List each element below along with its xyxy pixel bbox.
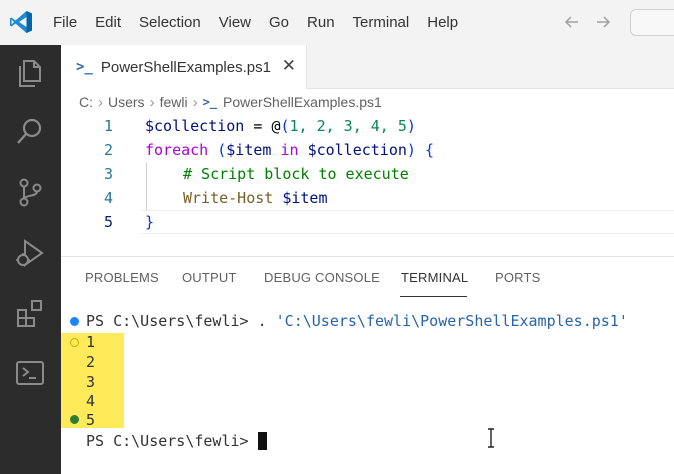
chevron-right-icon: › <box>149 93 155 111</box>
menu-file[interactable]: File <box>44 0 86 45</box>
breadcrumb-item-file[interactable]: PowerShellExamples.ps1 <box>223 94 382 110</box>
token-bracket: ) <box>406 141 416 159</box>
tab-ports[interactable]: PORTS <box>495 270 541 285</box>
chevron-right-icon: › <box>98 93 103 111</box>
activity-bar <box>0 45 61 474</box>
menu-help[interactable]: Help <box>418 0 467 45</box>
line-number: 1 <box>103 117 113 135</box>
run-debug-icon[interactable] <box>12 235 48 271</box>
active-tab-indicator <box>400 296 467 297</box>
prompt: PS C:\Users\fewli> <box>86 432 258 450</box>
token-numbers: 1, 2, 3, 4, 5 <box>289 117 407 135</box>
tab-problems[interactable]: PROBLEMS <box>85 270 159 285</box>
menu-go[interactable]: Go <box>260 0 298 45</box>
menu-edit[interactable]: Edit <box>86 0 130 45</box>
menu-run[interactable]: Run <box>298 0 344 45</box>
menu-terminal[interactable]: Terminal <box>344 0 419 45</box>
panel-tabs: PROBLEMS OUTPUT DEBUG CONSOLE TERMINAL P… <box>61 257 674 299</box>
terminal-line-prompt: PS C:\Users\fewli> <box>86 431 258 451</box>
line-number: 2 <box>103 141 113 159</box>
command-decoration-icon[interactable] <box>70 338 79 347</box>
explorer-icon[interactable] <box>12 55 48 91</box>
token-function: Write-Host <box>183 189 274 207</box>
terminal-cursor <box>258 432 267 450</box>
token-variable: $collection <box>307 141 407 159</box>
token-comment: # Script block to execute <box>183 165 409 183</box>
menu-view[interactable]: View <box>210 0 260 45</box>
terminal-line-command: PS C:\Users\fewli> . 'C:\Users\fewli\Pow… <box>86 311 628 331</box>
vscode-logo-icon <box>8 9 34 35</box>
token-variable: $item <box>273 189 328 207</box>
code-line-4: 4 Write-Host $item <box>61 186 674 210</box>
tab-debug-console[interactable]: DEBUG CONSOLE <box>264 270 380 285</box>
token-variable: $collection <box>145 117 245 135</box>
terminal-output-line: 5 <box>86 411 96 429</box>
code-line-2: 2 foreach ($item in $collection) { <box>61 138 674 162</box>
chevron-right-icon: › <box>192 93 198 111</box>
prompt: PS C:\Users\fewli> . <box>86 312 276 330</box>
line-number: 4 <box>103 189 113 207</box>
token-keyword: in <box>271 141 308 159</box>
line-number: 3 <box>103 165 113 183</box>
code-line-1: 1 $collection = @(1, 2, 3, 4, 5) <box>61 114 674 138</box>
forward-arrow-icon[interactable] <box>593 12 613 32</box>
breadcrumb-item-users[interactable]: Users <box>108 94 145 110</box>
terminal-output-line: 3 <box>86 373 96 391</box>
token-bracket: ) <box>406 117 416 135</box>
extensions-icon[interactable] <box>12 295 48 331</box>
menu-selection[interactable]: Selection <box>130 0 210 45</box>
back-arrow-icon[interactable] <box>562 12 582 32</box>
powershell-icon[interactable] <box>12 355 48 391</box>
close-icon[interactable]: ✕ <box>282 56 296 76</box>
token-bracket: ( <box>280 117 290 135</box>
terminal-output-line: 2 <box>86 353 96 371</box>
token-brace: { <box>415 141 434 159</box>
code-line-5: 5 } <box>61 210 674 234</box>
terminal-output-line: 1 <box>86 333 96 351</box>
token-keyword: foreach <box>145 141 209 159</box>
terminal-output[interactable]: PS C:\Users\fewli> . 'C:\Users\fewli\Pow… <box>61 311 674 474</box>
command-decoration-icon[interactable] <box>70 317 79 326</box>
command-center-search[interactable] <box>630 9 674 36</box>
title-bar: File Edit Selection View Go Run Terminal… <box>0 0 674 45</box>
token-bracket: ( <box>217 141 227 159</box>
menu-bar: File Edit Selection View Go Run Terminal… <box>44 0 467 45</box>
tab-label: PowerShellExamples.ps1 <box>100 58 271 76</box>
command-success-icon[interactable] <box>70 415 79 424</box>
powershell-file-icon: >_ <box>76 59 93 75</box>
terminal-output-line: 4 <box>86 392 96 410</box>
token-operator: = <box>244 117 272 135</box>
tab-output[interactable]: OUTPUT <box>182 270 237 285</box>
search-icon[interactable] <box>12 114 48 150</box>
text-cursor-icon <box>487 428 495 448</box>
breadcrumb: C: › Users › fewli › >_ PowerShellExampl… <box>79 92 382 112</box>
powershell-file-icon: >_ <box>202 95 218 109</box>
token-variable: $item <box>226 141 272 159</box>
token-brace: } <box>145 213 155 231</box>
code-editor[interactable]: 1 $collection = @(1, 2, 3, 4, 5) 2 forea… <box>61 114 674 238</box>
breadcrumb-item-drive[interactable]: C: <box>79 94 93 110</box>
editor-tabs-bar: >_ PowerShellExamples.ps1 ✕ <box>61 45 674 89</box>
source-control-icon[interactable] <box>12 174 48 210</box>
breadcrumb-item-user[interactable]: fewli <box>160 94 188 110</box>
bottom-panel: PROBLEMS OUTPUT DEBUG CONSOLE TERMINAL P… <box>61 256 674 474</box>
tab-powershellexamples[interactable]: >_ PowerShellExamples.ps1 ✕ <box>61 45 307 89</box>
line-number: 5 <box>103 213 113 231</box>
tab-terminal[interactable]: TERMINAL <box>401 270 468 285</box>
command-argument: 'C:\Users\fewli\PowerShellExamples.ps1' <box>275 312 628 330</box>
code-line-3: 3 # Script block to execute <box>61 162 674 186</box>
